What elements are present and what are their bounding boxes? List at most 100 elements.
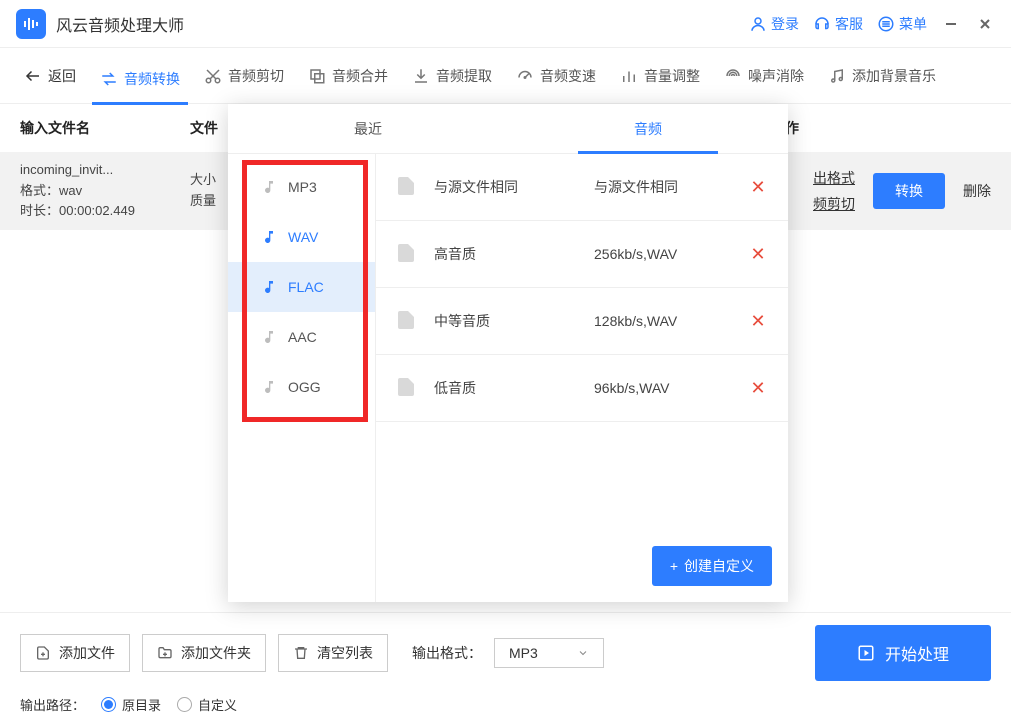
file-duration-label: 时长： [20, 203, 59, 218]
format-item-aac[interactable]: AAC [228, 312, 375, 362]
add-folder-button[interactable]: 添加文件夹 [142, 634, 266, 672]
quality-row-mid[interactable]: 中等音质 128kb/s,WAV ✕ [376, 288, 788, 355]
toolbar-convert-label: 音频转换 [124, 69, 180, 89]
toolbar-volume[interactable]: 音量调整 [612, 60, 708, 92]
toolbar-extract-label: 音频提取 [436, 66, 492, 86]
file-op-trim[interactable]: 频剪切 [813, 194, 855, 214]
quality-spec: 256kb/s,WAV [594, 246, 746, 262]
add-file-button[interactable]: 添加文件 [20, 634, 130, 672]
toolbar-trim[interactable]: 音频剪切 [196, 60, 292, 92]
toolbar-noise[interactable]: 噪声消除 [716, 60, 812, 92]
minimize-button[interactable] [941, 14, 961, 34]
quality-name: 与源文件相同 [434, 177, 594, 197]
format-label: AAC [288, 329, 317, 345]
title-bar: 风云音频处理大师 登录 客服 菜单 [0, 0, 1011, 48]
file-ops: 出格式 频剪切 转换 删除 [771, 168, 991, 214]
quality-delete-icon[interactable]: ✕ [746, 378, 770, 399]
radio-original-label: 原目录 [122, 695, 161, 714]
source-icon [394, 308, 420, 334]
delete-button[interactable]: 删除 [963, 181, 991, 201]
add-file-label: 添加文件 [59, 643, 115, 663]
output-format-value: MP3 [509, 645, 538, 661]
file-duration-value: 00:00:02.449 [59, 203, 135, 218]
music-icon [260, 328, 278, 346]
quality-row-low[interactable]: 低音质 96kb/s,WAV ✕ [376, 355, 788, 422]
start-process-button[interactable]: 开始处理 [815, 625, 991, 681]
create-custom-label: 创建自定义 [684, 556, 754, 576]
format-list: MP3 WAV FLAC AAC OGG [228, 154, 376, 602]
clear-list-label: 清空列表 [317, 643, 373, 663]
format-item-ogg[interactable]: OGG [228, 362, 375, 412]
radio-original-dir[interactable]: 原目录 [101, 695, 161, 714]
format-item-flac[interactable]: FLAC [228, 262, 375, 312]
music-icon [260, 378, 278, 396]
format-popover: 最近 音频 MP3 WAV FLAC AAC OGG [228, 104, 788, 602]
file-meta: incoming_invit... 格式：wav 时长：00:00:02.449 [20, 160, 190, 222]
tab-audio[interactable]: 音频 [508, 104, 788, 153]
app-title: 风云音频处理大师 [56, 12, 184, 36]
format-label: MP3 [288, 179, 317, 195]
toolbar-speed[interactable]: 音频变速 [508, 60, 604, 92]
menu-link[interactable]: 菜单 [877, 14, 927, 34]
support-link[interactable]: 客服 [813, 14, 863, 34]
toolbar-back[interactable]: 返回 [16, 60, 84, 92]
login-link[interactable]: 登录 [749, 14, 799, 34]
convert-button[interactable]: 转换 [873, 173, 945, 209]
radio-custom-dir[interactable]: 自定义 [177, 695, 237, 714]
quality-name: 低音质 [434, 378, 594, 398]
quality-delete-icon[interactable]: ✕ [746, 311, 770, 332]
format-label: FLAC [288, 279, 324, 295]
output-format-select[interactable]: MP3 [494, 638, 604, 668]
title-actions: 登录 客服 菜单 [749, 14, 995, 34]
music-icon [260, 278, 278, 296]
toolbar-back-label: 返回 [48, 66, 76, 86]
create-custom-button[interactable]: + 创建自定义 [652, 546, 772, 586]
quality-row-high[interactable]: 高音质 256kb/s,WAV ✕ [376, 221, 788, 288]
popover-tabs: 最近 音频 [228, 104, 788, 154]
file-op-output-format[interactable]: 出格式 [813, 168, 855, 188]
toolbar-bgm[interactable]: 添加背景音乐 [820, 60, 944, 92]
quality-name: 高音质 [434, 244, 594, 264]
quality-name: 中等音质 [434, 311, 594, 331]
bottom-bar: 添加文件 添加文件夹 清空列表 输出格式： MP3 开始处理 输出路径： 原目录… [0, 612, 1011, 708]
toolbar-convert[interactable]: 音频转换 [92, 63, 188, 105]
format-label: WAV [288, 229, 318, 245]
source-icon [394, 375, 420, 401]
quality-spec: 128kb/s,WAV [594, 313, 746, 329]
format-item-wav[interactable]: WAV [228, 212, 375, 262]
source-icon [394, 241, 420, 267]
format-item-mp3[interactable]: MP3 [228, 162, 375, 212]
app-logo [16, 9, 46, 39]
start-process-label: 开始处理 [885, 641, 949, 665]
quality-list: 与源文件相同 与源文件相同 ✕ 高音质 256kb/s,WAV ✕ 中等音质 1… [376, 154, 788, 602]
toolbar-trim-label: 音频剪切 [228, 66, 284, 86]
toolbar-extract[interactable]: 音频提取 [404, 60, 500, 92]
chevron-down-icon [577, 647, 589, 659]
radio-checked-icon [101, 697, 116, 712]
toolbar: 返回 音频转换 音频剪切 音频合并 音频提取 音频变速 音量调整 噪声消除 添加… [0, 48, 1011, 104]
format-label: OGG [288, 379, 321, 395]
quality-spec: 与源文件相同 [594, 177, 746, 197]
toolbar-volume-label: 音量调整 [644, 66, 700, 86]
plus-icon: + [670, 558, 678, 574]
support-label: 客服 [835, 14, 863, 34]
quality-delete-icon[interactable]: ✕ [746, 177, 770, 198]
radio-custom-label: 自定义 [198, 695, 237, 714]
header-filename: 输入文件名 [20, 118, 190, 138]
toolbar-merge[interactable]: 音频合并 [300, 60, 396, 92]
quality-delete-icon[interactable]: ✕ [746, 244, 770, 265]
file-format-value: wav [59, 183, 82, 198]
output-path-label: 输出路径： [20, 695, 85, 714]
header-op: 操作 [771, 118, 991, 138]
toolbar-merge-label: 音频合并 [332, 66, 388, 86]
source-icon [394, 174, 420, 200]
output-format-label: 输出格式： [412, 643, 482, 663]
login-label: 登录 [771, 14, 799, 34]
clear-list-button[interactable]: 清空列表 [278, 634, 388, 672]
file-name: incoming_invit... [20, 160, 190, 181]
quality-spec: 96kb/s,WAV [594, 380, 746, 396]
tab-recent[interactable]: 最近 [228, 104, 508, 153]
quality-row-same[interactable]: 与源文件相同 与源文件相同 ✕ [376, 154, 788, 221]
radio-unchecked-icon [177, 697, 192, 712]
close-button[interactable] [975, 14, 995, 34]
